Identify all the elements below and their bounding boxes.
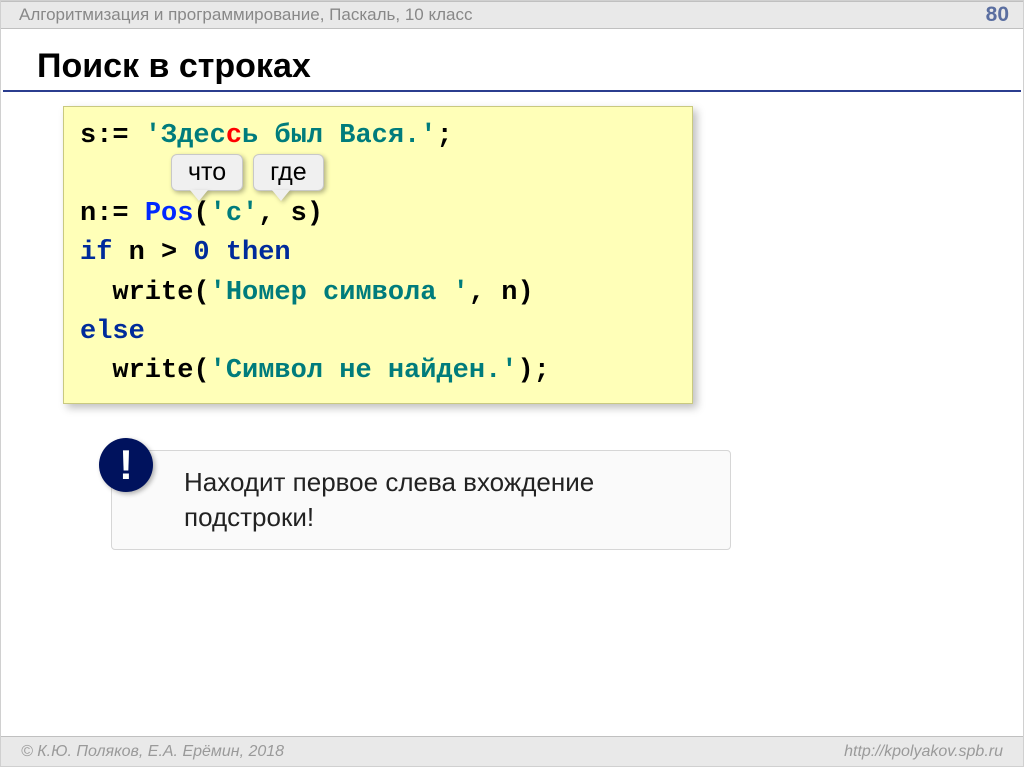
code-content: s:= 'Здессь был Вася.'; n:= Pos('с', s) … (63, 106, 693, 404)
header-topic: Алгоритмизация и программирование, Паска… (19, 5, 472, 25)
code-string: 'Здес (145, 121, 226, 151)
code-block: s:= 'Здессь был Вася.'; n:= Pos('с', s) … (63, 106, 693, 404)
code-text: s:= (80, 121, 145, 151)
code-text (210, 238, 226, 268)
code-string: ь был Вася.' (242, 121, 436, 151)
slide-header: Алгоритмизация и программирование, Паска… (1, 1, 1023, 29)
code-string: 'Номер символа ' (210, 278, 469, 308)
page-title: Поиск в строках (3, 29, 1021, 92)
note-callout: ! Находит первое слева вхождение подстро… (111, 450, 731, 550)
footer-copyright: © К.Ю. Поляков, Е.А. Ерёмин, 2018 (21, 743, 284, 761)
code-text: write( (80, 278, 210, 308)
note-text: Находит первое слева вхождение подстроки… (111, 450, 731, 550)
code-text: ); (517, 356, 549, 386)
code-text: , s) (258, 199, 323, 229)
bubble-where: где (253, 154, 324, 191)
slide-footer: © К.Ю. Поляков, Е.А. Ерёмин, 2018 http:/… (1, 736, 1023, 766)
code-highlight: с (226, 121, 242, 151)
code-func: Pos (145, 199, 194, 229)
code-keyword: else (80, 317, 145, 347)
code-number: 0 (193, 238, 209, 268)
code-text: ( (193, 199, 209, 229)
code-string: 'с' (210, 199, 259, 229)
bubble-what: что (171, 154, 243, 191)
code-text: n > (112, 238, 193, 268)
page-number: 80 (986, 3, 1009, 27)
code-text: , n) (469, 278, 534, 308)
code-text: write( (80, 356, 210, 386)
exclamation-icon: ! (99, 438, 153, 492)
code-keyword: then (226, 238, 291, 268)
code-keyword: if (80, 238, 112, 268)
code-text: n:= (80, 199, 145, 229)
annotation-bubbles: что где (171, 154, 324, 191)
footer-url: http://kpolyakov.spb.ru (844, 743, 1003, 761)
code-string: 'Символ не найден.' (210, 356, 518, 386)
code-text: ; (436, 121, 452, 151)
